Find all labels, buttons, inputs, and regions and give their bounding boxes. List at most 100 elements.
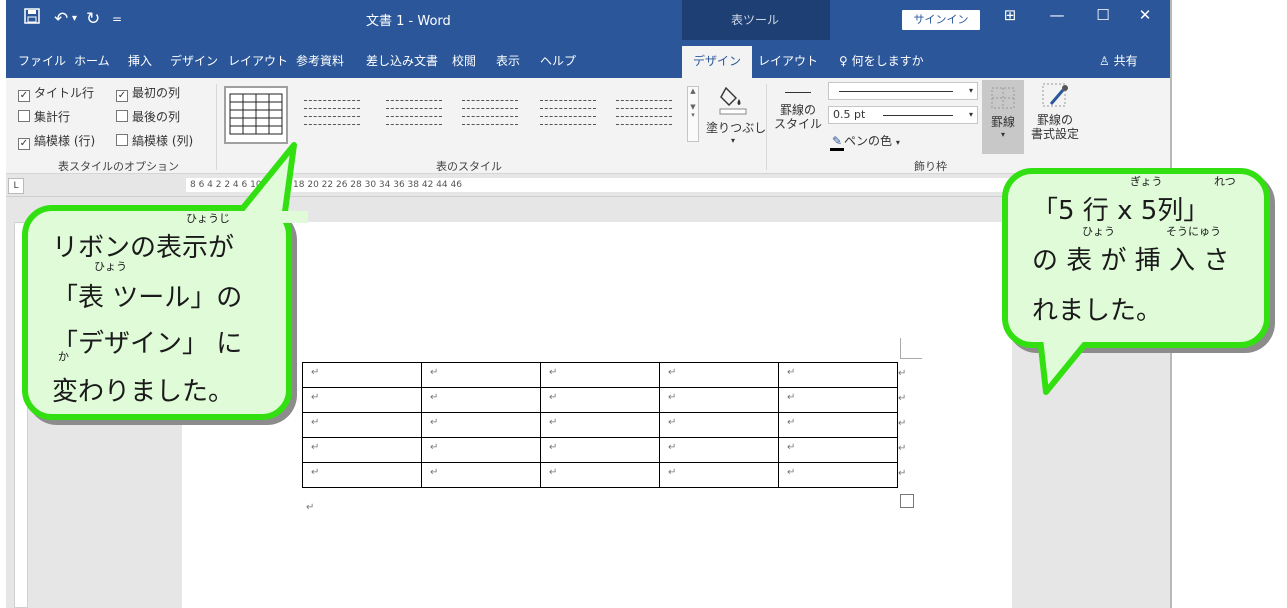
option-last-column[interactable]: 最後の列 [116, 108, 180, 125]
table-cell[interactable]: ↵ [778, 437, 898, 463]
tab-view[interactable]: 表示 [496, 52, 520, 69]
table-style-5[interactable] [536, 86, 600, 144]
table-style-3[interactable] [382, 86, 446, 144]
table-cell[interactable]: ↵ [540, 362, 660, 388]
table-resize-handle[interactable] [900, 494, 914, 508]
dropdown-arrow-icon: ▾ [895, 138, 900, 147]
table-row[interactable]: ↵ ↵ ↵ ↵ ↵ [302, 362, 898, 388]
margin-mark [900, 338, 901, 358]
tab-home[interactable]: ホーム [74, 52, 110, 69]
row-end-mark: ↵ [898, 418, 907, 429]
redo-icon[interactable]: ↻ [86, 8, 100, 30]
table-cell[interactable]: ↵ [421, 462, 541, 488]
tab-table-design[interactable]: デザイン [682, 46, 753, 78]
table-cell[interactable]: ↵ [659, 412, 779, 438]
table-cell[interactable]: ↵ [302, 437, 422, 463]
ribbon: ✓ タイトル行 集計行 ✓ 縞模様 (行) ✓ 最初の列 最後の列 縞模様 (列) 表… [6, 78, 1170, 174]
table-cell[interactable]: ↵ [421, 387, 541, 413]
table-cell[interactable]: ↵ [540, 387, 660, 413]
line-weight-select[interactable]: 0.5 pt ▾ [828, 106, 978, 124]
border-painter-label: 罫線の [1036, 113, 1073, 127]
undo-icon[interactable]: ↶ [54, 8, 68, 30]
table-cell[interactable]: ↵ [302, 412, 422, 438]
tab-file[interactable]: ファイル [18, 52, 66, 69]
table-cell[interactable]: ↵ [421, 412, 541, 438]
table-row[interactable]: ↵ ↵ ↵ ↵ ↵ [302, 412, 898, 438]
callout-line: リボンの表示が [52, 233, 235, 263]
tab-help[interactable]: ヘルプ [540, 52, 576, 69]
table-tools-label: 表ツール [731, 13, 780, 27]
table-row[interactable]: ↵ ↵ ↵ ↵ ↵ [302, 462, 898, 488]
table-style-grid[interactable] [224, 86, 288, 144]
table-style-2[interactable] [300, 86, 364, 144]
table-cell[interactable]: ↵ [659, 387, 779, 413]
table-style-4[interactable] [458, 86, 522, 144]
gallery-scroll[interactable]: ▲ ▼ ▾ [687, 86, 699, 142]
option-banded-columns[interactable]: 縞模様 (列) [116, 132, 193, 149]
table-cell[interactable]: ↵ [778, 462, 898, 488]
ruby-text: か [58, 350, 69, 363]
border-painter-icon [1042, 83, 1068, 107]
tell-me-label: 何をしますか [851, 54, 924, 68]
table-cell[interactable]: ↵ [778, 387, 898, 413]
table-cell[interactable]: ↵ [659, 437, 779, 463]
signin-button[interactable]: サインイン [902, 10, 980, 30]
border-styles-label: 罫線の [779, 103, 816, 117]
minimize-button[interactable]: — [1042, 6, 1072, 24]
tab-layout[interactable]: レイアウト [228, 52, 288, 69]
tab-table-layout[interactable]: レイアウト [758, 52, 818, 69]
pen-color-button[interactable]: ✎ ペンの色 ▾ [830, 132, 900, 151]
lightbulb-icon: ♀ [839, 54, 852, 68]
checkbox-checked-icon: ✓ [116, 90, 128, 102]
customize-qat-icon[interactable]: = [112, 8, 122, 30]
table-cell[interactable]: ↵ [778, 362, 898, 388]
tab-insert[interactable]: 挿入 [128, 52, 152, 69]
table-cell[interactable]: ↵ [421, 362, 541, 388]
table-row[interactable]: ↵ ↵ ↵ ↵ ↵ [302, 387, 898, 413]
option-label: タイトル行 [34, 86, 95, 100]
borders-button[interactable]: 罫線 ▾ [982, 80, 1024, 154]
share-label: 共有 [1113, 54, 1138, 68]
table-row[interactable]: ↵ ↵ ↵ ↵ ↵ [302, 437, 898, 463]
save-icon[interactable] [24, 8, 40, 30]
ruby-text: ひょう [1082, 225, 1115, 238]
option-label: 最初の列 [132, 86, 181, 100]
table-cell[interactable]: ↵ [421, 437, 541, 463]
table-cell[interactable]: ↵ [659, 362, 779, 388]
document-page[interactable]: ↵ ↵ ↵ ↵ ↵ ↵ ↵ ↵ ↵ ↵ ↵ ↵ ↵ ↵ ↵ ↵ ↵ ↵ ↵ ↵ ↵ ↵ ↵ ↵ ↵ ↵ ↵ ↵ ↵ ↵ ↵ [182, 222, 1012, 608]
shading-button[interactable]: 塗りつぶし ▾ [706, 82, 766, 145]
close-button[interactable]: ✕ [1130, 6, 1160, 24]
tab-references[interactable]: 参考資料 [296, 52, 344, 69]
tab-design[interactable]: デザイン [170, 52, 218, 69]
table-cell[interactable]: ↵ [302, 462, 422, 488]
table-cell[interactable]: ↵ [540, 462, 660, 488]
tab-selector[interactable]: L [8, 178, 24, 194]
ruby-text: ひょうじ [186, 212, 230, 225]
tab-mailings[interactable]: 差し込み文書 [366, 52, 438, 69]
border-styles-button[interactable]: 罫線の スタイル [770, 92, 826, 131]
ribbon-display-options-icon[interactable]: ⊞ [995, 6, 1025, 24]
table-cell[interactable]: ↵ [540, 437, 660, 463]
border-painter-button[interactable]: 罫線の 書式設定 [1030, 82, 1080, 141]
table-cell[interactable]: ↵ [540, 412, 660, 438]
option-first-column[interactable]: ✓ 最初の列 [116, 84, 180, 102]
option-total-row[interactable]: 集計行 [18, 108, 70, 125]
line-style-select[interactable]: ▾ [828, 82, 978, 100]
table-cell[interactable]: ↵ [778, 412, 898, 438]
table-cell[interactable]: ↵ [302, 362, 422, 388]
tell-me-search[interactable]: ♀ 何をしますか [839, 52, 924, 69]
pen-color-label: ペンの色 [844, 134, 893, 148]
document-table[interactable]: ↵ ↵ ↵ ↵ ↵ ↵ ↵ ↵ ↵ ↵ ↵ ↵ ↵ ↵ ↵ ↵ ↵ ↵ ↵ ↵ ↵ ↵ ↵ ↵ ↵ [302, 362, 898, 488]
horizontal-ruler[interactable]: L 8 6 4 2 2 4 6 10 12 14 18 20 22 26 28 … [6, 175, 1170, 197]
line-weight-value: 0.5 pt [833, 108, 866, 121]
undo-menu-icon[interactable]: ▾ [72, 8, 77, 30]
ribbon-tabs: ファイル ホーム 挿入 デザイン レイアウト 参考資料 差し込み文書 校閲 表示… [6, 40, 1170, 78]
share-button[interactable]: ♙ 共有 [1099, 52, 1138, 69]
option-header-row[interactable]: ✓ タイトル行 [18, 84, 94, 102]
maximize-button[interactable]: ☐ [1088, 6, 1118, 24]
tab-review[interactable]: 校閲 [452, 52, 476, 69]
option-banded-rows[interactable]: ✓ 縞模様 (行) [18, 132, 95, 150]
table-style-6[interactable] [612, 86, 676, 144]
table-cell[interactable]: ↵ [659, 462, 779, 488]
table-cell[interactable]: ↵ [302, 387, 422, 413]
